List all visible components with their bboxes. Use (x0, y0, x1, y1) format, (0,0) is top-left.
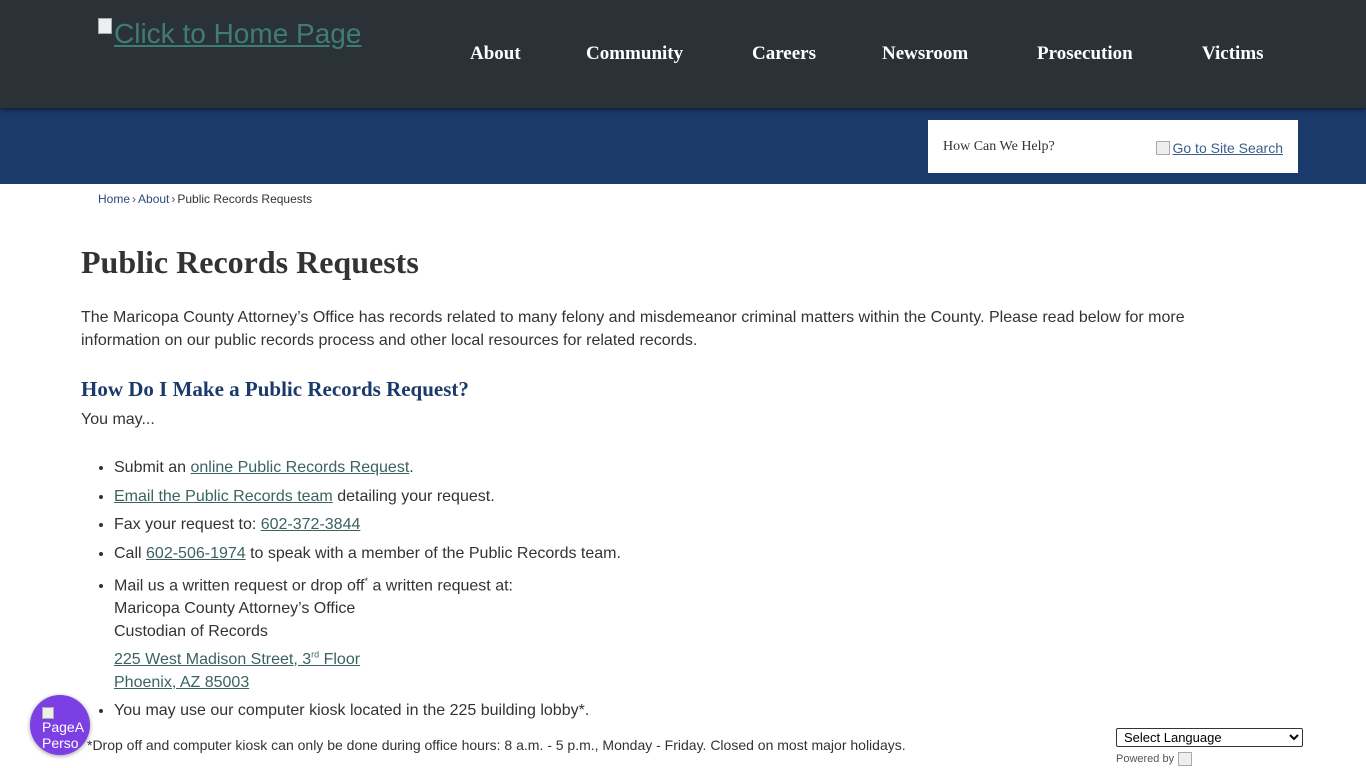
list-item: Submit an online Public Records Request. (114, 456, 814, 479)
intro-paragraph: The Maricopa County Attorney’s Office ha… (81, 309, 1185, 349)
logo-alt-text: Click to Home Page (114, 18, 362, 49)
fax-number-link[interactable]: 602-372-3844 (261, 516, 361, 533)
list-text: Call (114, 544, 147, 562)
list-text: Mail us a written request or drop off (114, 577, 365, 595)
translate-attribution: Powered by (1116, 752, 1194, 766)
list-text: Submit an (114, 459, 191, 476)
search-input[interactable]: How Can We Help? (943, 139, 1055, 155)
widget-icon (42, 707, 54, 719)
list-item: Fax your request to: 602-372-3844 (114, 513, 814, 536)
address-line: Maricopa County Attorney’s Office (114, 600, 356, 618)
broken-image-icon (98, 18, 112, 34)
nav-community[interactable]: Community (586, 43, 683, 65)
site-header: Click to Home Page About Community Caree… (0, 0, 1366, 108)
street-address-link[interactable]: 225 West Madison Street, 3rd Floor (114, 649, 361, 668)
powered-by-text: Powered by (1116, 753, 1175, 765)
address-text: Floor (319, 650, 361, 668)
search-button-label: Go to Site Search (1172, 140, 1283, 156)
list-item: You may use our computer kiosk located i… (114, 699, 814, 722)
city-address-link[interactable]: Phoenix, AZ 85003 (114, 674, 249, 691)
nav-prosecution[interactable]: Prosecution (1037, 43, 1133, 65)
widget-label: PageA Perso (42, 719, 85, 751)
nav-victims[interactable]: Victims (1202, 43, 1264, 65)
site-search: How Can We Help? Go to Site Search (928, 120, 1298, 173)
breadcrumb-current: Public Records Requests (177, 192, 313, 206)
accessibility-widget-button[interactable]: PageA Perso (30, 695, 90, 755)
online-request-link[interactable]: online Public Records Request (190, 459, 409, 476)
list-text: to speak with a member of the Public Rec… (245, 544, 621, 562)
list-text: Fax your request to: (114, 516, 261, 533)
section-heading: How Do I Make a Public Records Request? (81, 377, 469, 401)
address-text: 225 West Madison Street, 3 (114, 650, 312, 668)
breadcrumb-separator: › (171, 192, 176, 206)
language-select[interactable]: Select Language (1116, 728, 1303, 747)
address-line: Custodian of Records (114, 623, 268, 641)
phone-number-link[interactable]: 602-506-1974 (146, 545, 246, 562)
request-options-list: Submit an online Public Records Request.… (81, 456, 814, 722)
list-item: Email the Public Records team detailing … (114, 485, 814, 508)
email-team-link[interactable]: Email the Public Records team (114, 488, 333, 505)
list-item: Call 602-506-1974 to speak with a member… (114, 542, 814, 565)
nav-about[interactable]: About (470, 43, 521, 65)
nav-newsroom[interactable]: Newsroom (882, 43, 968, 65)
breadcrumb-separator: › (132, 192, 137, 206)
breadcrumb-home[interactable]: Home (98, 192, 130, 206)
list-text: a written request at: (368, 577, 513, 595)
translate-logo-icon (1178, 752, 1193, 766)
home-logo-link[interactable]: Click to Home Page (98, 18, 361, 50)
search-button[interactable]: Go to Site Search (1156, 140, 1283, 156)
list-text: detailing your request. (332, 487, 495, 505)
breadcrumb: Home › About › Public Records Requests (98, 192, 312, 206)
nav-careers[interactable]: Careers (752, 43, 816, 65)
page-title: Public Records Requests (81, 244, 419, 280)
you-may-text: You may... (81, 411, 155, 428)
list-text: You may use our computer kiosk located i… (114, 702, 590, 720)
breadcrumb-about[interactable]: About (138, 192, 169, 206)
list-item: Mail us a written request or drop off* a… (114, 570, 814, 694)
list-text: . (409, 459, 414, 476)
search-icon (1156, 141, 1171, 155)
ordinal-suffix: rd (311, 649, 320, 660)
office-hours-note: *Drop off and computer kiosk can only be… (87, 737, 906, 753)
